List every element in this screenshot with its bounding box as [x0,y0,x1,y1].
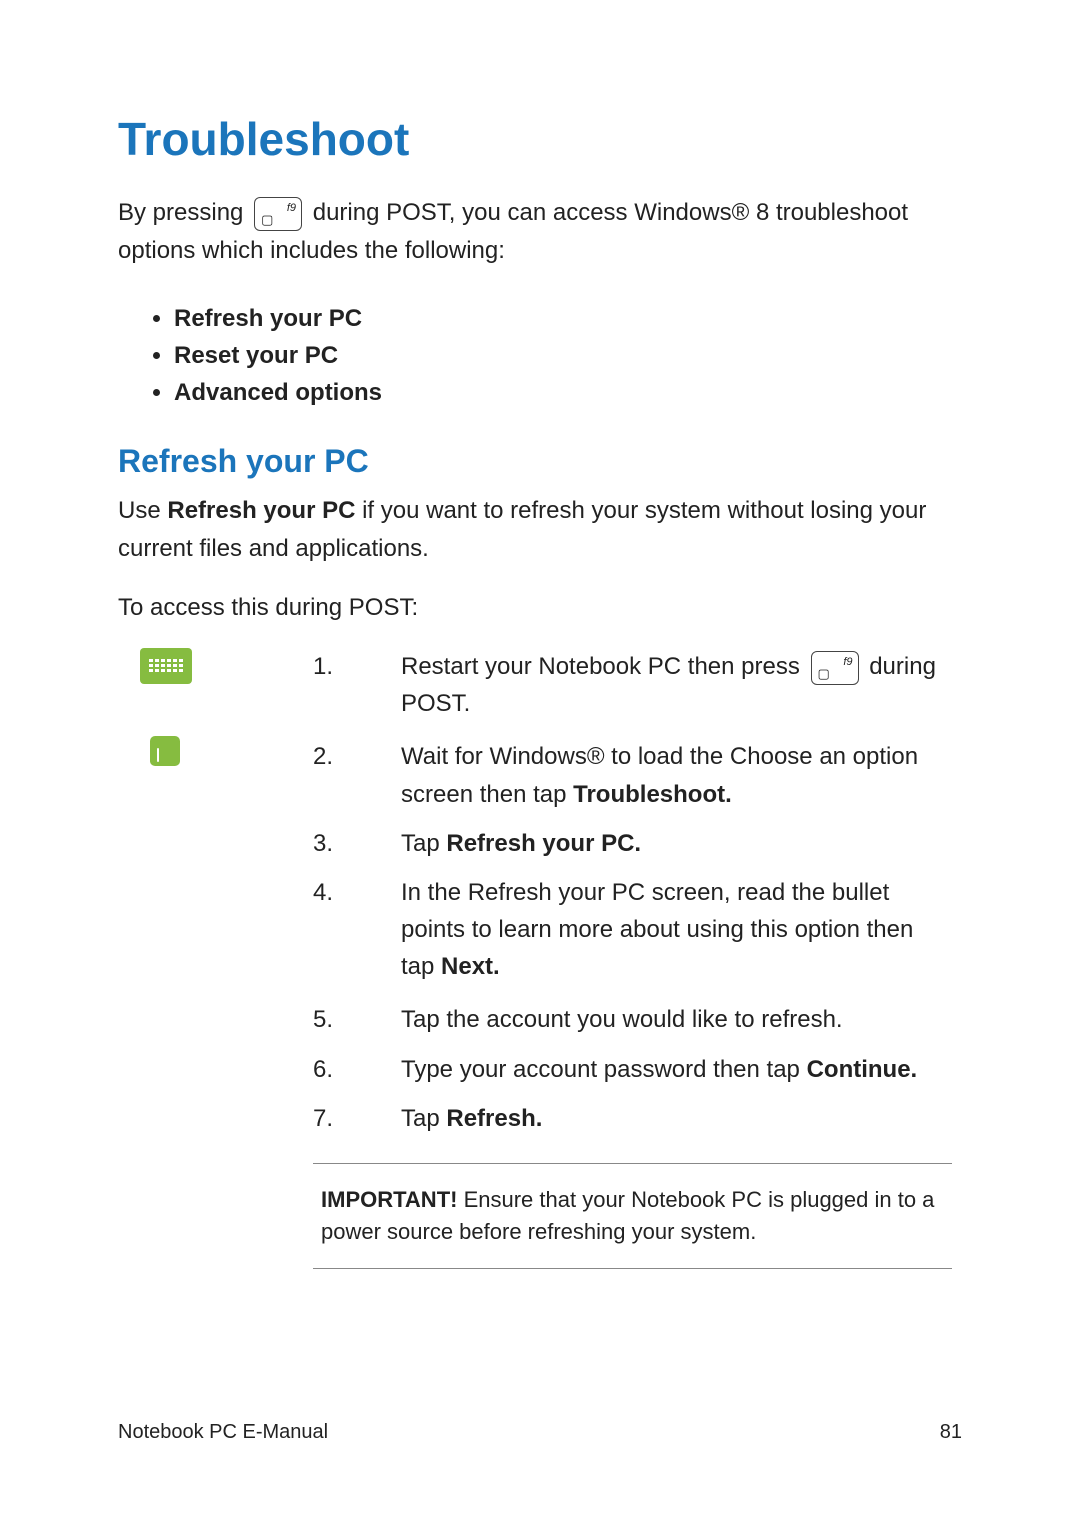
touch-icon [150,736,180,766]
intro-paragraph: By pressing f9 ▢ during POST, you can ac… [118,194,962,270]
key-label: f9 [843,654,852,671]
intro-text-before: By pressing [118,199,250,226]
step-number: 6. [313,1051,353,1088]
step-item: 2. Wait for Windows® to load the Choose … [313,738,952,812]
step-item: 5. Tap the account you would like to ref… [313,1001,952,1038]
page-title: Troubleshoot [118,112,962,166]
page-number: 81 [940,1421,962,1444]
step-number: 4. [313,874,353,911]
step-number: 7. [313,1100,353,1137]
bold-text: Troubleshoot. [573,781,732,808]
list-item: Advanced options [174,374,962,411]
steps-container: 1. Restart your Notebook PC then press f… [118,648,962,1269]
page-content: Troubleshoot By pressing f9 ▢ during POS… [0,0,1080,1269]
step-number: 3. [313,825,353,862]
footer-title: Notebook PC E-Manual [118,1421,328,1444]
f9-key-icon: f9 ▢ [811,651,859,685]
text: Use [118,497,167,524]
step-text: Restart your Notebook PC then press [401,653,807,680]
step-number: 2. [313,738,353,775]
options-list: Refresh your PC Reset your PC Advanced o… [174,300,962,412]
step-item: 1. Restart your Notebook PC then press f… [313,648,952,722]
step-item: 3. Tap Refresh your PC. [313,825,952,862]
step-number: 1. [313,648,353,685]
step-number: 5. [313,1001,353,1038]
page-footer: Notebook PC E-Manual 81 [118,1421,962,1444]
section-heading: Refresh your PC [118,443,962,480]
keyboard-icon [140,648,192,684]
access-line: To access this during POST: [118,589,962,626]
step-item: 7. Tap Refresh. [313,1100,952,1137]
important-note: IMPORTANT! Ensure that your Notebook PC … [313,1163,952,1269]
step-text: Tap the account you would like to refres… [401,1006,843,1033]
numbered-steps: 1. Restart your Notebook PC then press f… [313,648,962,1137]
key-glyph-icon: ▢ [818,667,830,680]
bold-text: Refresh your PC. [446,830,641,857]
refresh-description: Use Refresh your PC if you want to refre… [118,492,962,566]
key-glyph-icon: ▢ [261,213,273,226]
icon-column [140,648,200,766]
bold-text: Next. [441,953,500,980]
step-item: 4. In the Refresh your PC screen, read t… [313,874,952,986]
note-label: IMPORTANT! [321,1187,457,1212]
step-item: 6. Type your account password then tap C… [313,1051,952,1088]
step-text: Type your account password then tap [401,1056,807,1083]
bold-text: Refresh your PC [167,497,355,524]
key-label: f9 [287,200,296,217]
f9-key-icon: f9 ▢ [254,197,302,231]
list-item: Reset your PC [174,337,962,374]
step-text: Tap [401,830,446,857]
bold-text: Refresh. [446,1105,542,1132]
bold-text: Continue. [807,1056,918,1083]
step-text: Tap [401,1105,446,1132]
list-item: Refresh your PC [174,300,962,337]
